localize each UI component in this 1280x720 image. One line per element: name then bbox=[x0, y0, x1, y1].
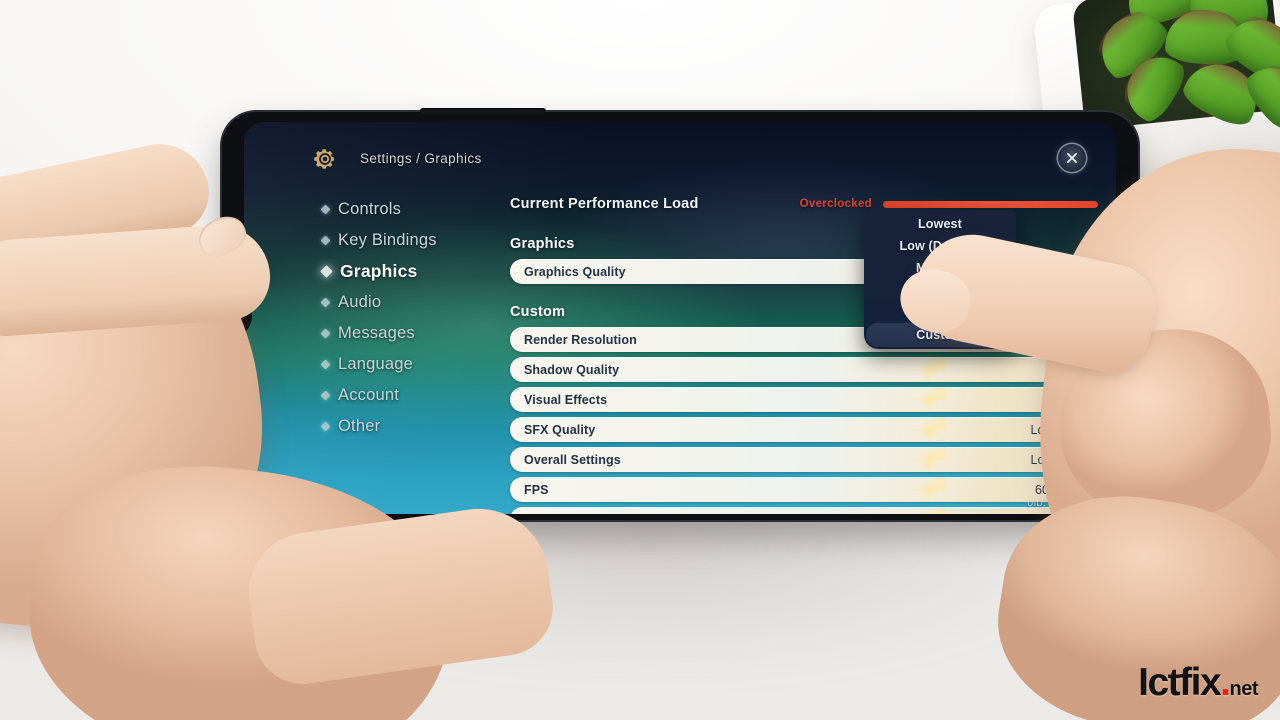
dropdown-option-custom[interactable]: Custom bbox=[866, 323, 1014, 347]
dropdown-option-highest[interactable]: Highest bbox=[864, 301, 1016, 323]
dropdown-option-low-default[interactable]: Low (Default) bbox=[864, 235, 1016, 257]
watermark-dot: . bbox=[1220, 661, 1231, 704]
sidebar-item-other[interactable]: Other bbox=[320, 411, 502, 442]
setting-row-fps[interactable]: FPS 60 bbox=[510, 477, 1098, 502]
performance-state-text: Overclocked bbox=[799, 198, 872, 210]
diamond-bullet-icon bbox=[320, 328, 331, 339]
sidebar-item-label: Graphics bbox=[340, 261, 418, 281]
phone-device: Settings / Graphics Controls Key Binding… bbox=[220, 108, 1138, 520]
sidebar-item-label: Audio bbox=[338, 293, 382, 311]
setting-label: SFX Quality bbox=[524, 422, 596, 437]
sidebar-item-label: Account bbox=[338, 386, 400, 404]
gear-icon bbox=[312, 146, 338, 172]
performance-load-label: Current Performance Load bbox=[510, 196, 699, 212]
settings-header: Settings / Graphics bbox=[244, 122, 1116, 184]
sidebar-item-messages[interactable]: Messages bbox=[320, 318, 502, 349]
dropdown-option-label: Highest bbox=[916, 305, 964, 319]
setting-label: FPS bbox=[524, 482, 549, 497]
sidebar-item-label: Language bbox=[338, 355, 414, 373]
setting-value: Low bbox=[1030, 422, 1054, 437]
sidebar-item-audio[interactable]: Audio bbox=[320, 287, 502, 318]
chevron-down-icon[interactable] bbox=[1075, 268, 1085, 275]
dropdown-option-label: Custom bbox=[916, 328, 964, 342]
sidebar-item-controls[interactable]: Controls bbox=[320, 194, 502, 225]
diamond-bullet-icon bbox=[320, 204, 331, 215]
chevron-down-icon[interactable] bbox=[1075, 396, 1085, 403]
earpiece-speaker bbox=[420, 108, 546, 114]
sparkle-icon bbox=[912, 477, 946, 502]
settings-sidebar: Controls Key Bindings Graphics Audio Mes… bbox=[320, 194, 502, 442]
watermark-text: Ictfix bbox=[1138, 661, 1222, 704]
sparkle-icon bbox=[912, 417, 946, 442]
dropdown-option-label: Low (Default) bbox=[899, 239, 981, 253]
chevron-down-icon[interactable] bbox=[1075, 336, 1085, 343]
chevron-down-icon[interactable] bbox=[1075, 486, 1085, 493]
setting-label: Visual Effects bbox=[524, 392, 608, 407]
sidebar-item-label: Key Bindings bbox=[338, 231, 437, 249]
watermark-logo: Ictfix . net bbox=[1138, 663, 1258, 702]
dropdown-option-label: Medium bbox=[915, 261, 965, 275]
photo-scene: Settings / Graphics Controls Key Binding… bbox=[0, 0, 1280, 720]
uid-label: UID: 805561137 bbox=[1027, 498, 1094, 508]
sidebar-item-label: Other bbox=[338, 417, 381, 435]
diamond-bullet-icon bbox=[320, 297, 331, 308]
setting-value: 60 bbox=[1035, 482, 1049, 497]
sidebar-item-key-bindings[interactable]: Key Bindings bbox=[320, 225, 502, 256]
graphics-quality-dropdown[interactable]: Lowest Low (Default) Medium High Highest… bbox=[864, 210, 1016, 349]
sidebar-item-language[interactable]: Language bbox=[320, 349, 502, 380]
setting-label: Render Resolution bbox=[524, 332, 637, 347]
sidebar-item-label: Controls bbox=[338, 200, 402, 218]
diamond-bullet-icon bbox=[320, 265, 333, 278]
diamond-bullet-icon bbox=[320, 390, 331, 401]
dropdown-option-medium[interactable]: Medium bbox=[864, 257, 1016, 279]
chevron-down-icon[interactable] bbox=[1075, 456, 1085, 463]
diamond-bullet-icon bbox=[320, 421, 331, 432]
chevron-down-icon[interactable] bbox=[1075, 426, 1085, 433]
setting-value: Off bbox=[1016, 513, 1068, 515]
setting-label: Motion Blur bbox=[524, 513, 595, 515]
game-settings-screen: Settings / Graphics Controls Key Binding… bbox=[244, 122, 1116, 514]
setting-value: Custom bbox=[1020, 264, 1064, 279]
performance-load-status: Overclocked bbox=[800, 198, 1098, 210]
performance-bar-fill bbox=[883, 200, 1098, 208]
setting-row-shadow-quality[interactable]: Shadow Quality bbox=[510, 357, 1098, 382]
setting-label: Overall Settings bbox=[524, 452, 621, 467]
breadcrumb[interactable]: Settings / Graphics bbox=[360, 151, 482, 166]
chevron-down-icon[interactable] bbox=[1075, 366, 1085, 373]
sparkle-icon bbox=[912, 447, 946, 472]
dropdown-option-label: High bbox=[925, 283, 955, 297]
sidebar-item-graphics[interactable]: Graphics bbox=[320, 256, 502, 287]
watermark-suffix: net bbox=[1229, 678, 1259, 700]
sidebar-item-label: Messages bbox=[338, 324, 415, 342]
setting-label: Graphics Quality bbox=[524, 264, 626, 279]
sparkle-icon bbox=[912, 387, 946, 412]
performance-bar-track bbox=[883, 200, 1098, 208]
diamond-bullet-icon bbox=[320, 235, 331, 246]
setting-value: Low bbox=[1030, 452, 1054, 467]
setting-row-motion-blur[interactable]: Motion Blur Off bbox=[510, 507, 1098, 514]
left-hand-finger bbox=[0, 135, 217, 277]
sidebar-item-account[interactable]: Account bbox=[320, 380, 502, 411]
close-icon bbox=[1067, 153, 1077, 163]
dropdown-option-lowest[interactable]: Lowest bbox=[864, 213, 1016, 235]
sparkle-icon bbox=[912, 507, 946, 514]
dropdown-option-high[interactable]: High bbox=[864, 279, 1016, 301]
close-button[interactable] bbox=[1058, 144, 1086, 172]
diamond-bullet-icon bbox=[320, 359, 331, 370]
sparkle-icon bbox=[912, 357, 946, 382]
setting-row-visual-effects[interactable]: Visual Effects bbox=[510, 387, 1098, 412]
setting-row-sfx-quality[interactable]: SFX Quality Low bbox=[510, 417, 1098, 442]
setting-label: Shadow Quality bbox=[524, 362, 620, 377]
dropdown-option-label: Lowest bbox=[918, 217, 962, 231]
setting-row-overall-settings[interactable]: Overall Settings Low bbox=[510, 447, 1098, 472]
check-icon bbox=[991, 330, 1002, 340]
front-camera-icon bbox=[230, 305, 241, 316]
